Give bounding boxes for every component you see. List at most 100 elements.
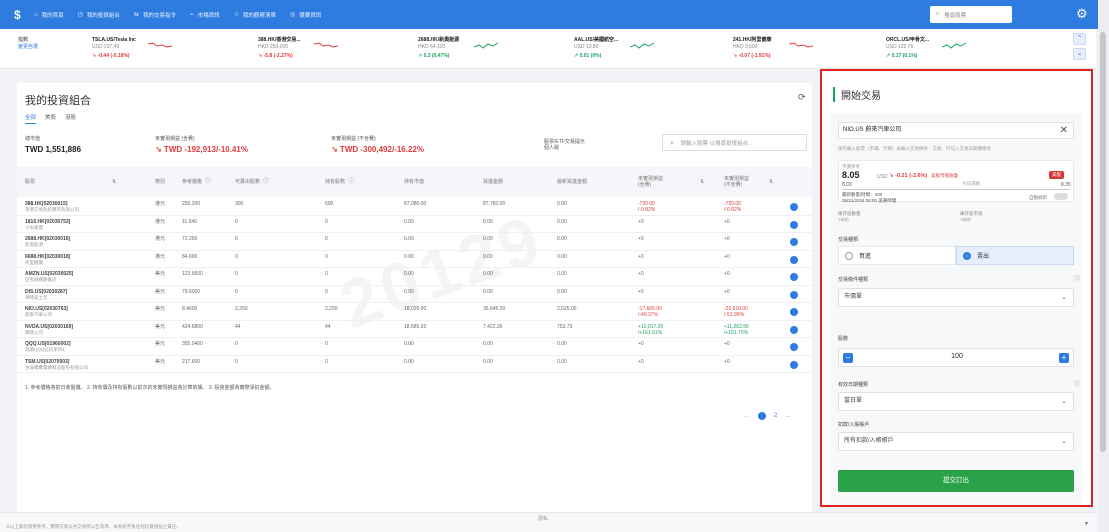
- nav-item-portfolio[interactable]: ◷ 我的投資組合: [78, 11, 120, 19]
- col-sellable[interactable]: 可賣出股數 ⓘ: [235, 167, 269, 197]
- sort-icon[interactable]: ⇅: [700, 167, 704, 197]
- table-row[interactable]: AMZN.US[02030025] 亞馬遜網路書店 美元 123.5600 0 0 0.00…: [17, 269, 812, 286]
- row-mv: 0.00: [404, 341, 414, 347]
- row-action-button[interactable]: [790, 255, 798, 264]
- portfolio-title: 我的投資組合: [25, 95, 91, 107]
- sell-radio[interactable]: [963, 251, 971, 260]
- buy-option[interactable]: 買進: [838, 246, 956, 265]
- row-action-button[interactable]: [790, 360, 798, 369]
- portfolio-search-input[interactable]: ⌕ 請輸入股票 以搜尋投資組合...: [662, 134, 807, 151]
- footer-link[interactable]: 隱私: [538, 515, 548, 522]
- settings-gear-icon[interactable]: ⚙: [1076, 6, 1088, 21]
- col-ref-price[interactable]: 參考價格 ⓘ: [182, 167, 211, 197]
- row-cur: 港元: [155, 253, 166, 260]
- col-held[interactable]: 持有股數 ⓘ: [325, 167, 354, 197]
- row-action-button[interactable]: [790, 203, 798, 211]
- nav-item-orders[interactable]: ⇆ 我的交易指令: [134, 11, 176, 19]
- nav-item-contest[interactable]: ◎ 競賽資訊: [290, 11, 321, 19]
- table-row[interactable]: 388.HK[02030015] 香港交易及結算所有限公司 港元 250.200 300…: [17, 199, 812, 216]
- col-market-value[interactable]: 持有市值: [404, 167, 424, 197]
- nav-label: 我的首頁: [41, 12, 64, 19]
- col-stock[interactable]: 股票: [25, 167, 35, 197]
- info-icon[interactable]: ⓘ: [205, 179, 211, 185]
- row-px: 217.600: [182, 358, 201, 365]
- chevron-down-icon[interactable]: ▼: [1084, 521, 1089, 527]
- ticker-item[interactable]: AAL.US/美國航空... USD 13.80 ↗ 0.01 (0%): [574, 37, 724, 60]
- col-currency[interactable]: 幣別: [155, 167, 165, 197]
- table-row[interactable]: QQQ.US[01960002] 景順QQQ信託系列1 美元 355.0400 0 0 0.…: [17, 339, 812, 356]
- row-unrealized-nofee: +11,263.56/+151.75%: [724, 324, 749, 336]
- col-unrealized-nofee[interactable]: 未實現損益(不含費): [724, 167, 754, 197]
- info-icon[interactable]: ⓘ: [263, 179, 269, 185]
- qty-plus-button[interactable]: +: [1059, 353, 1069, 363]
- nav-item-watchlist[interactable]: ☆ 我的觀察清單: [234, 11, 276, 19]
- edit-watch-link[interactable]: 變更自選: [18, 44, 38, 51]
- row-unrealized-nofee: +0: [724, 236, 730, 242]
- row-action-button[interactable]: [790, 273, 798, 281]
- close-icon[interactable]: ✕: [1060, 123, 1068, 138]
- sort-icon[interactable]: ⇅: [769, 167, 773, 197]
- sell-option[interactable]: 賣出: [956, 246, 1074, 265]
- current-page-indicator[interactable]: [758, 412, 766, 420]
- nav-item-market[interactable]: ⌁ 市場資訊: [190, 11, 220, 19]
- sort-icon[interactable]: ⇅: [112, 167, 116, 197]
- auto-refresh-toggle[interactable]: [1054, 193, 1068, 200]
- qty-input[interactable]: 100: [839, 353, 1075, 360]
- row-cur: 美元: [155, 341, 166, 347]
- fund-account-select[interactable]: 所有扣款/入帳帳戶 ⌄: [838, 432, 1074, 451]
- ticker-up-button[interactable]: ⌃: [1073, 33, 1086, 45]
- col-latest-buy[interactable]: 最新買進金額: [557, 167, 587, 197]
- summary-label: 總市值: [25, 136, 41, 142]
- unrealized-amount: +11,263.56: [724, 323, 749, 330]
- portfolio-icon: ◷: [77, 12, 83, 18]
- ticker-item[interactable]: TSLA.US/Tesla Inc USD 237.49 ↘ -0.44 (-0.1…: [92, 37, 242, 60]
- col-buy-amount[interactable]: 買進金額: [483, 167, 503, 197]
- ticker-down-button[interactable]: ⌄: [1073, 48, 1086, 60]
- ticker-item[interactable]: ORCL.US/甲骨文... USD 132.76 ↗ 0.17 (0.1%): [886, 37, 1036, 60]
- row-cur: 港元: [155, 201, 166, 207]
- info-icon[interactable]: ⓘ: [1074, 274, 1080, 283]
- next-page-button[interactable]: →: [785, 413, 791, 419]
- row-action-button[interactable]: [790, 220, 798, 229]
- market-icon: ⌁: [189, 12, 194, 18]
- brand-logo[interactable]: $: [14, 8, 26, 22]
- row-action-button[interactable]: [790, 308, 798, 316]
- table-row[interactable]: TSM.US[02070003] 台灣積體電路製造股份有限公司 美元 217.600 0…: [17, 357, 812, 373]
- row-action-button[interactable]: [790, 290, 798, 299]
- summary-unrealized-with-fee: 未實現損益 (含費) ↘ TWD -192,913/-10.41%: [155, 135, 248, 154]
- page-2-link[interactable]: 2: [774, 413, 777, 419]
- row-action-button[interactable]: [790, 325, 798, 334]
- ticker-item[interactable]: 2688.HK/新奧能源 HKD 64.100 ↗ 0.3 (0.47%): [418, 37, 568, 60]
- row-action-button[interactable]: [790, 343, 798, 351]
- nav-item-home[interactable]: ⌂ 我的首頁: [34, 11, 64, 19]
- tab-hk[interactable]: 港股: [65, 113, 76, 124]
- info-icon[interactable]: ⓘ: [348, 179, 354, 185]
- validity-select[interactable]: 當日單 ⌄: [838, 392, 1074, 411]
- table-row[interactable]: NVDA.US[02030169] 輝達公司 美元 424.6800 44 44 18,68…: [17, 322, 812, 338]
- info-icon[interactable]: ⓘ: [1074, 379, 1080, 388]
- refresh-icon[interactable]: ⟳: [798, 92, 806, 103]
- row-name: 小米集團: [25, 224, 43, 230]
- ticker-item[interactable]: 241.HK/阿里健康 HKD 3.600 ↘ -0.07 (-1.91%): [733, 37, 883, 60]
- price-type-select[interactable]: 市價單 ⌄: [838, 288, 1074, 307]
- table-row[interactable]: 6688.HK[02030018] 阿里健康 港元 84.600 0 0 0.00 0.00 0…: [17, 252, 812, 268]
- row-action-button[interactable]: [790, 238, 798, 246]
- buy-radio[interactable]: [845, 251, 853, 260]
- symbol-input[interactable]: NIO.US 蔚來汽車公司 ✕: [838, 122, 1074, 139]
- prev-page-button[interactable]: ←: [744, 413, 750, 419]
- ticker-item[interactable]: 388.HK/香港交易... HKD 250.000 ↘ -5.8 (-2.27%): [258, 37, 408, 60]
- top-search-input[interactable]: ⌕ 搜尋股票: [930, 6, 1012, 23]
- col-unrealized-fee[interactable]: 未實現損益(含費): [638, 167, 664, 197]
- table-row[interactable]: 1810.HK[02030753] 小米集團 港元 11.640 0 0 0.00 0.00 0…: [17, 217, 812, 233]
- ticker-change: ↘ -5.8 (-2.27%): [258, 53, 408, 60]
- submit-order-button[interactable]: 提交訂出: [838, 470, 1074, 492]
- table-row[interactable]: NIO.US[02030763] 蔚來汽車公司 美元 8.4600 2,250 2,250…: [17, 304, 812, 321]
- tab-us[interactable]: 美股: [45, 113, 56, 124]
- table-row[interactable]: DIS.US[02030287] 華特迪士尼 美元 79.6000 0 0 0.00 0.00…: [17, 287, 812, 303]
- quote-time: 05/31/2024 04:00 美東時間: [842, 197, 897, 203]
- tab-all[interactable]: 全部: [25, 113, 37, 124]
- scrollbar-thumb[interactable]: [1100, 32, 1106, 452]
- trend-arrow-icon: ↗: [418, 53, 423, 59]
- table-row[interactable]: 2688.HK[02030016] 新奧能源 港元 72.250 0 0 0.00 0.00 0…: [17, 234, 812, 251]
- holding-qty-value: +0(0): [838, 217, 849, 222]
